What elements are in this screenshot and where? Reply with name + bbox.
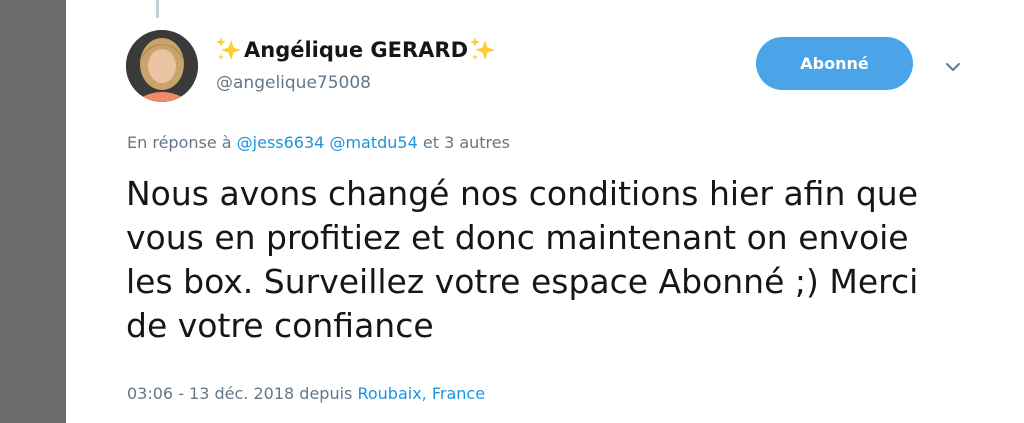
thread-line [156, 0, 159, 18]
author-handle[interactable]: @angelique75008 [216, 73, 371, 93]
location-city-link[interactable]: Roubaix, [357, 384, 426, 403]
reply-context: En réponse à @jess6634 @matdu54 et 3 aut… [127, 133, 510, 152]
tweet-text: Nous avons changé nos conditions hier af… [126, 174, 919, 345]
avatar[interactable] [126, 30, 198, 102]
location-country-link[interactable]: France [432, 384, 485, 403]
author-name-row[interactable]: Angélique GERARD [214, 33, 498, 67]
reply-prefix: En réponse à [127, 133, 232, 152]
reply-suffix[interactable]: et 3 autres [423, 133, 510, 152]
tweet-metadata: 03:06 - 13 déc. 2018 depuis Roubaix, Fra… [127, 384, 485, 403]
mention-link[interactable]: @matdu54 [329, 133, 417, 152]
tweet-card: Angélique GERARD @angelique75008 Abonné … [66, 0, 1024, 423]
sparkles-icon [468, 35, 498, 65]
following-button[interactable]: Abonné [756, 37, 913, 90]
sparkles-icon [214, 35, 244, 65]
mention-link[interactable]: @jess6634 [237, 133, 325, 152]
tweet-timestamp[interactable]: 03:06 - 13 déc. 2018 [127, 384, 294, 403]
chevron-down-icon[interactable] [942, 56, 964, 78]
via-label: depuis [299, 384, 353, 403]
author-name[interactable]: Angélique GERARD [244, 38, 468, 62]
avatar-image [126, 30, 198, 102]
left-gutter [0, 0, 66, 423]
